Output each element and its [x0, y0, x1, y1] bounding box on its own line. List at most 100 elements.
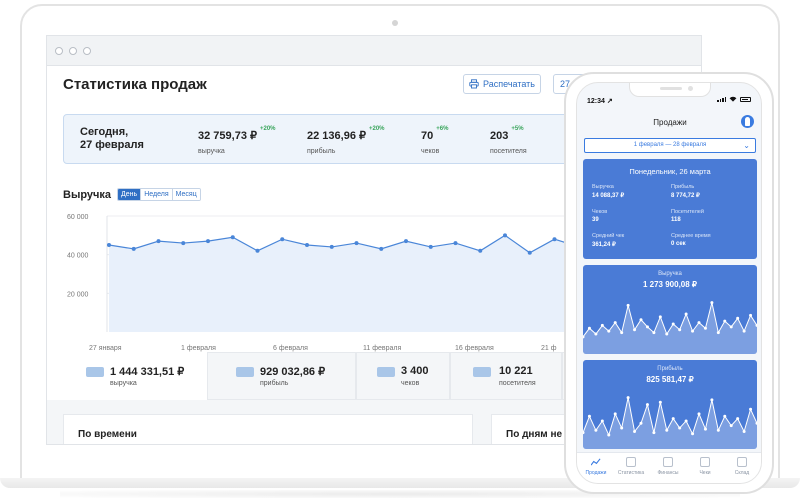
revenue-point[interactable]	[280, 237, 285, 242]
summary-metric-visitors: 203+5% посетителя	[490, 126, 527, 155]
tab-receipts[interactable]: Чеки	[690, 457, 720, 476]
mini-chart-point	[729, 424, 733, 428]
window-close-dot[interactable]	[55, 46, 63, 55]
x-tick-label: 21 ф	[541, 345, 557, 352]
mini-chart-point	[710, 301, 714, 305]
revenue-point[interactable]	[453, 241, 458, 246]
mini-chart-point	[645, 403, 649, 407]
mini-chart-point	[749, 313, 753, 317]
period-day-button[interactable]: День	[118, 189, 141, 200]
revenue-point[interactable]	[527, 250, 532, 255]
phone-frame: 12:34 ↗ Продажи 1 февраля — 28 февраля ⌄…	[564, 72, 774, 494]
day-checks: Чеков 39	[592, 209, 608, 223]
phone-profit-card[interactable]: Прибыль 825 581,47 ₽	[583, 360, 757, 449]
mini-chart-point	[684, 419, 688, 423]
tab-warehouse[interactable]: Склад	[727, 457, 757, 476]
revenue-point[interactable]	[230, 235, 235, 240]
mini-chart-point	[587, 326, 591, 330]
revenue-point[interactable]	[428, 244, 433, 249]
mini-chart-point	[665, 428, 669, 432]
mini-chart-point	[742, 329, 746, 333]
browser-titlebar	[47, 36, 701, 66]
mini-chart-point	[736, 316, 740, 320]
profit-mini-chart	[583, 396, 757, 449]
wallet-icon	[377, 367, 395, 377]
tab-sales[interactable]: Продажи	[581, 457, 611, 476]
window-minimize-dot[interactable]	[69, 46, 77, 55]
mini-chart-point	[710, 398, 714, 402]
tab-statistics[interactable]: Статистика	[616, 457, 646, 476]
cash-icon	[663, 457, 673, 467]
mini-chart-point	[665, 332, 669, 336]
today-label: Сегодня, 27 февраля	[80, 126, 144, 151]
mini-chart-point	[633, 328, 637, 332]
revenue-point[interactable]	[478, 248, 483, 253]
period-week-button[interactable]: Неделя	[140, 189, 172, 200]
revenue-point[interactable]	[354, 241, 359, 246]
mini-chart-point	[607, 433, 611, 437]
revenue-title: Выручка	[63, 188, 112, 201]
mini-chart-point	[723, 319, 727, 323]
mini-chart-point	[658, 400, 662, 404]
revenue-point[interactable]	[404, 239, 408, 244]
revenue-point[interactable]	[552, 237, 557, 242]
phone-page-title: Продажи	[653, 118, 687, 127]
mini-chart-point	[587, 414, 591, 418]
x-tick-label: 11 февраля	[363, 345, 401, 352]
tile-visitors[interactable]: 10 221 посетителя	[450, 352, 562, 400]
wallet-icon	[236, 367, 254, 377]
mini-chart-point	[600, 419, 604, 423]
revenue-point[interactable]	[107, 243, 111, 247]
revenue-point[interactable]	[181, 241, 186, 246]
mini-chart-point	[613, 412, 617, 416]
tile-revenue[interactable]: 1 444 331,51 ₽ выручка	[47, 352, 207, 400]
period-month-button[interactable]: Месяц	[171, 189, 200, 200]
revenue-point[interactable]	[131, 246, 136, 251]
revenue-point[interactable]	[503, 233, 507, 238]
revenue-point[interactable]	[206, 239, 210, 244]
mini-chart-point	[716, 331, 720, 335]
revenue-point[interactable]	[329, 244, 334, 249]
revenue-point[interactable]	[156, 239, 161, 244]
summary-metric-profit: 22 136,96 ₽+20% прибыль	[307, 126, 385, 155]
mini-chart-point	[639, 318, 643, 322]
print-button[interactable]: Распечатать	[463, 74, 541, 94]
mini-chart-area	[583, 397, 757, 449]
mini-chart-point	[600, 323, 604, 327]
tile-profit[interactable]: 929 032,86 ₽ прибыль	[207, 352, 356, 400]
phone-screen: 12:34 ↗ Продажи 1 февраля — 28 февраля ⌄…	[576, 82, 762, 484]
mini-chart-point	[671, 322, 675, 326]
tab-finance[interactable]: Финансы	[653, 457, 683, 476]
mini-chart-point	[736, 417, 740, 421]
day-avg-check: Средний чек 361,24 ₽	[592, 233, 625, 248]
wifi-icon	[729, 96, 737, 102]
revenue-point[interactable]	[255, 248, 260, 253]
tile-checks[interactable]: 3 400 чеков	[356, 352, 450, 400]
phone-revenue-card[interactable]: Выручка 1 273 900,08 ₽	[583, 265, 757, 354]
mini-chart-point	[594, 332, 598, 336]
mini-chart-point	[652, 331, 656, 335]
mini-chart-point	[639, 421, 643, 425]
chevron-down-icon: ⌄	[743, 141, 750, 150]
printer-icon	[469, 79, 479, 89]
mini-chart-point	[633, 429, 637, 433]
window-maximize-dot[interactable]	[83, 46, 91, 55]
mini-chart-point	[678, 426, 682, 430]
phone-date-range-select[interactable]: 1 февраля — 28 февраля ⌄	[584, 138, 756, 153]
print-button-label: Распечатать	[483, 79, 535, 89]
mini-chart-point	[620, 331, 624, 335]
mini-chart-point	[684, 312, 688, 316]
revenue-point[interactable]	[379, 246, 384, 251]
mini-chart-point	[613, 321, 617, 325]
revenue-point[interactable]	[305, 243, 309, 247]
mini-chart-point	[691, 432, 695, 436]
mini-chart-point	[645, 325, 649, 329]
mini-chart-point	[607, 329, 611, 333]
day-card-title: Понедельник, 26 марта	[629, 167, 711, 176]
y-tick-label: 60 000	[67, 214, 89, 221]
mini-chart-point	[703, 326, 707, 330]
summary-metric-checks: 70+6% чеков	[421, 126, 449, 155]
mini-chart-point	[742, 429, 746, 433]
revenue-card-title: Выручка	[658, 271, 682, 277]
profile-icon[interactable]	[741, 115, 754, 128]
